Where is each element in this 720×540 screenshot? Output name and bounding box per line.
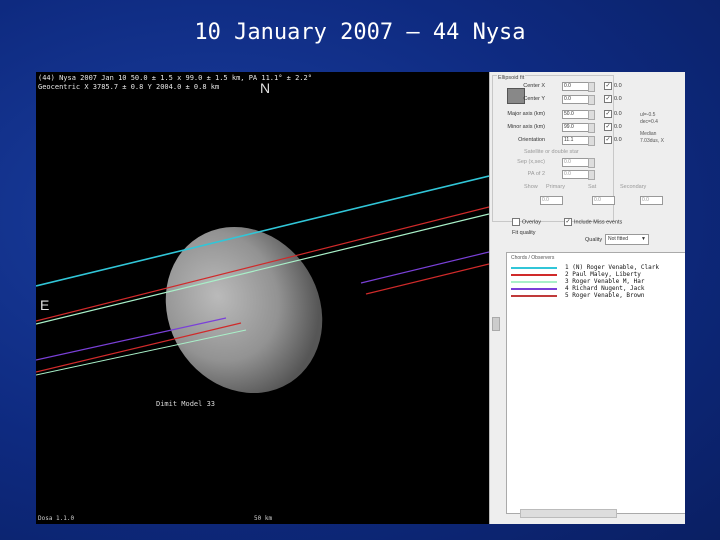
horizontal-scrollbar[interactable] (520, 509, 617, 518)
plot-canvas (36, 175, 489, 394)
fit-quality-label: Fit quality (512, 230, 536, 236)
chord-text: 5 Roger Venable, Brown (565, 292, 645, 299)
field-check-value: 0.0 (614, 111, 622, 117)
field-spinner[interactable] (588, 95, 595, 105)
north-label: N (260, 80, 271, 96)
show-label: Show (524, 184, 538, 190)
field-major-axis: Major axis (km) 50.0 ✓ 0.0 (490, 110, 685, 120)
chord-text: 3 Roger Venable M, Har (565, 278, 645, 285)
field-center-x: Center X 0.0 ✓ 0.0 (490, 82, 685, 92)
quality-dropdown[interactable]: Not fitted ▼ (605, 234, 649, 245)
field-input[interactable]: 11.1 (562, 136, 589, 145)
plot-header-line1: (44) Nysa 2007 Jan 10 50.0 ± 1.5 x 99.0 … (38, 74, 312, 82)
chord-text: 1 (N) Roger Venable, Clark (565, 264, 659, 271)
show-option-secondary[interactable]: Secondary (620, 184, 646, 190)
secondary-title-row: Satellite or double star (490, 149, 685, 158)
chord-color-swatch (511, 288, 557, 290)
field-spinner[interactable] (588, 110, 595, 120)
overlay-option[interactable]: Overlay (512, 218, 541, 226)
field-label: Sep (x,sec) (517, 159, 545, 165)
quality-value: Not fitted (608, 236, 629, 242)
field-input[interactable]: 0.0 (562, 170, 589, 179)
field-label: Minor axis (km) (507, 124, 545, 130)
slide-title: 10 January 2007 – 44 Nysa (194, 20, 526, 45)
field-spinner[interactable] (588, 136, 595, 146)
field-spinner[interactable] (588, 82, 595, 92)
show-value-input[interactable]: 0.0 (592, 196, 615, 205)
include-misses-option[interactable]: ✓ Include Miss events (564, 218, 622, 226)
field-spinner[interactable] (588, 158, 595, 168)
chord-color-swatch (511, 295, 557, 297)
include-misses-label: Include Miss events (574, 219, 623, 226)
model-label: Dimit Model 33 (156, 400, 216, 408)
field-check-value: 0.0 (614, 124, 622, 130)
field-input[interactable]: 0.0 (562, 82, 589, 91)
field-input[interactable]: 0.0 (562, 158, 589, 167)
secondary-title: Satellite or double star (524, 149, 579, 155)
field-center-y: Center Y 0.0 ✓ 0.0 (490, 95, 685, 105)
ellipsoid-fit-title: Ellipsoid fit (497, 75, 526, 81)
field-spinner[interactable] (588, 170, 595, 180)
quality-label: Quality (585, 237, 603, 243)
show-option-primary[interactable]: Primary (546, 184, 565, 190)
chord-text: 4 Richard Nugent, Jack (565, 285, 645, 292)
field-spinner[interactable] (588, 123, 595, 133)
field-checkbox[interactable]: ✓ (604, 110, 612, 118)
field-input[interactable]: 50.0 (562, 110, 589, 119)
chord-row[interactable]: 1 (N) Roger Venable, Clark (511, 264, 685, 271)
field-label: PA of 2 (527, 171, 545, 177)
chord-text: 2 Paul Maley, Liberty (565, 271, 641, 278)
show-value-input[interactable]: 0.0 (640, 196, 663, 205)
field-checkbox[interactable]: ✓ (604, 136, 612, 144)
chord-row[interactable]: 3 Roger Venable M, Har (511, 278, 685, 285)
show-row: Show Primary Sat Secondary (490, 184, 685, 193)
field-pa: PA of 2 0.0 (490, 170, 685, 180)
asteroid-ellipsoid (165, 226, 323, 394)
side-note-4: 7.03dus, X (640, 138, 664, 144)
field-check-value: 0.0 (614, 83, 622, 89)
scale-label: 50 km (254, 515, 273, 522)
side-note-1: ul=-0.5 (640, 112, 656, 118)
occultation-plot[interactable]: (44) Nysa 2007 Jan 10 50.0 ± 1.5 x 99.0 … (36, 72, 489, 524)
panel-splitter-handle[interactable] (492, 317, 500, 331)
include-misses-checkbox[interactable]: ✓ (564, 218, 572, 226)
plot-header-line2: Geocentric X 3785.7 ± 0.8 Y 2004.0 ± 0.8… (38, 83, 220, 91)
field-input[interactable]: 99.0 (562, 123, 589, 132)
chord-line-purple-right (360, 251, 489, 284)
chord-color-swatch (511, 274, 557, 276)
chord-row[interactable]: 4 Richard Nugent, Jack (511, 285, 685, 292)
chord-color-swatch (511, 281, 557, 283)
chord-row[interactable]: 2 Paul Maley, Liberty (511, 271, 685, 278)
field-separation: Sep (x,sec) 0.0 (490, 158, 685, 168)
field-checkbox[interactable]: ✓ (604, 95, 612, 103)
footer-version: Dosa 1.1.0 (38, 515, 75, 522)
chord-color-swatch (511, 267, 557, 269)
chord-line-red-2-right (365, 263, 489, 295)
field-input[interactable]: 0.0 (562, 95, 589, 104)
overlay-label: Overlay (522, 219, 541, 226)
field-label: Center Y (523, 96, 545, 102)
side-note-3: Median (640, 131, 657, 137)
field-checkbox[interactable]: ✓ (604, 123, 612, 131)
field-label: Center X (523, 83, 545, 89)
field-label: Major axis (km) (507, 111, 545, 117)
field-checkbox[interactable]: ✓ (604, 82, 612, 90)
fit-control-panel: Ellipsoid fit Center X 0.0 ✓ 0.0 Center … (489, 72, 685, 524)
field-check-value: 0.0 (614, 96, 622, 102)
chord-row[interactable]: 5 Roger Venable, Brown (511, 292, 685, 299)
show-option-sat[interactable]: Sat (588, 184, 596, 190)
overlay-checkbox[interactable] (512, 218, 520, 226)
field-check-value: 0.0 (614, 137, 622, 143)
show-value-input[interactable]: 0.0 (540, 196, 563, 205)
show-values-row: 0.0 0.0 0.0 (490, 196, 685, 205)
chords-list[interactable]: Chords / Observers 1 (N) Roger Venable, … (506, 252, 685, 514)
field-label: Orientation (518, 137, 545, 143)
east-label: E (40, 297, 50, 313)
side-note-2: dec=0.4 (640, 119, 658, 125)
chevron-down-icon: ▼ (641, 236, 646, 242)
chords-header: Chords / Observers (511, 255, 555, 261)
